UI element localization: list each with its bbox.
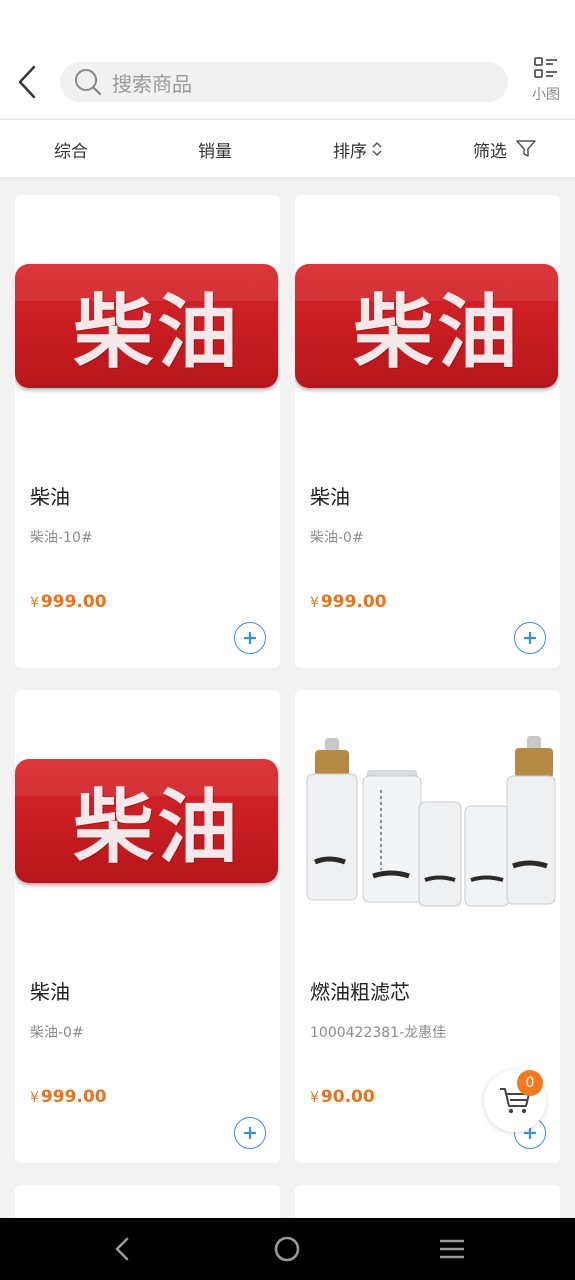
nav-home-button[interactable]: [257, 1218, 317, 1280]
product-image: 柴油: [295, 195, 560, 450]
product-price: ¥999.00: [30, 1087, 107, 1107]
product-card[interactable]: 柴油 柴油 柴油-10# ¥999.00: [15, 195, 280, 668]
banner-text: 柴油: [353, 286, 522, 379]
product-subtitle: 1000422381-龙惠佳: [310, 1025, 447, 1041]
sort-arrows-icon: [372, 141, 382, 157]
product-image: 柴油: [15, 195, 280, 450]
sort-comprehensive[interactable]: 综合: [54, 120, 88, 178]
product-subtitle: 柴油-0#: [310, 530, 364, 546]
search-icon: [74, 68, 102, 96]
sort-sales[interactable]: 销量: [198, 120, 232, 178]
view-toggle-button[interactable]: 小图: [528, 56, 564, 106]
add-to-cart-button[interactable]: [234, 1117, 266, 1149]
nav-back-icon: [115, 1237, 129, 1261]
fuel-filter-photo: [306, 736, 556, 907]
sort-filter-label: 筛选: [473, 141, 507, 162]
product-card[interactable]: 柴油 柴油 柴油-0# ¥999.00: [15, 690, 280, 1163]
product-title: 柴油: [30, 485, 70, 509]
plus-icon: [244, 1127, 256, 1139]
currency-symbol: ¥: [30, 595, 39, 611]
product-title: 柴油: [30, 980, 70, 1004]
add-to-cart-button[interactable]: [234, 622, 266, 654]
banner-text: 柴油: [73, 286, 242, 379]
product-subtitle: 柴油-0#: [30, 1025, 84, 1041]
diesel-banner-image: 柴油: [15, 264, 278, 388]
product-image: [295, 690, 560, 945]
product-subtitle: 柴油-10#: [30, 530, 93, 546]
sort-order[interactable]: 排序: [333, 120, 383, 178]
sort-filter[interactable]: 筛选: [473, 120, 537, 178]
sort-bar: 综合 销量 排序 筛选: [0, 119, 575, 177]
nav-back-button[interactable]: [92, 1218, 152, 1280]
nav-recents-button[interactable]: [422, 1218, 482, 1280]
currency-symbol: ¥: [30, 1090, 39, 1106]
product-price: ¥90.00: [310, 1087, 375, 1107]
price-value: 999.00: [40, 1087, 107, 1107]
plus-icon: [244, 632, 256, 644]
product-price: ¥999.00: [310, 592, 387, 612]
search-placeholder: 搜索商品: [112, 71, 192, 96]
cart-count-badge: 0: [517, 1070, 543, 1096]
currency-symbol: ¥: [310, 1090, 319, 1106]
price-value: 90.00: [320, 1087, 375, 1107]
view-toggle-label: 小图: [532, 87, 560, 103]
search-input[interactable]: 搜索商品: [60, 62, 508, 102]
plus-icon: [524, 632, 536, 644]
sort-order-label: 排序: [333, 141, 367, 162]
banner-text: 柴油: [73, 781, 242, 874]
back-button[interactable]: [12, 60, 42, 104]
diesel-banner-image: 柴油: [295, 264, 558, 388]
top-header: 搜索商品 小图: [0, 0, 575, 118]
nav-home-icon: [274, 1236, 300, 1262]
price-value: 999.00: [320, 592, 387, 612]
diesel-banner-image: 柴油: [15, 759, 278, 883]
product-card[interactable]: 柴油 柴油 柴油-0# ¥999.00: [295, 195, 560, 668]
chevron-left-icon: [18, 65, 36, 99]
list-view-icon: [534, 57, 557, 78]
product-image: 柴油: [15, 690, 280, 945]
sort-comprehensive-label: 综合: [54, 141, 88, 162]
system-nav-bar: [0, 1218, 575, 1280]
product-price: ¥999.00: [30, 592, 107, 612]
sort-sales-label: 销量: [198, 141, 232, 162]
nav-menu-icon: [440, 1239, 464, 1259]
currency-symbol: ¥: [310, 595, 319, 611]
price-value: 999.00: [40, 592, 107, 612]
product-title: 燃油粗滤芯: [310, 980, 410, 1004]
add-to-cart-button[interactable]: [514, 622, 546, 654]
product-title: 柴油: [310, 485, 350, 509]
filter-funnel-icon: [516, 140, 536, 157]
